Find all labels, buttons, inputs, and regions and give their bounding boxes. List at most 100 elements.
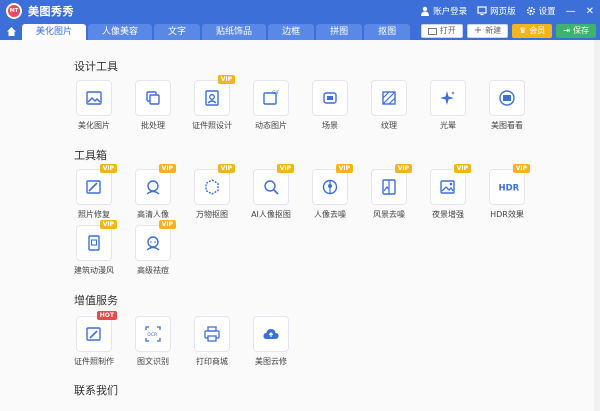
settings-label: 设置: [538, 7, 556, 17]
tool-label: 万物抠图: [196, 210, 228, 219]
tab-beautify[interactable]: 美化图片: [22, 24, 87, 40]
export-icon: ⇥: [563, 26, 570, 35]
vip-badge: VIP: [99, 164, 117, 173]
hot-badge: HOT: [96, 311, 117, 320]
close-button[interactable]: ✕: [586, 6, 594, 17]
save-label: 保存: [573, 26, 589, 35]
cutout-icon: [205, 179, 219, 195]
tool-beautify[interactable]: 美化图片: [64, 80, 124, 131]
vip-label: 会员: [529, 26, 546, 35]
tool-ai-cutout[interactable]: VIP AI人像抠图: [241, 164, 301, 220]
tool-label: 美图云修: [255, 357, 287, 366]
settings-button[interactable]: 设置: [526, 5, 556, 17]
tool-label: HDR效果: [490, 210, 524, 219]
tool-label: 建筑动漫风: [74, 266, 114, 275]
night-icon: [440, 180, 455, 194]
tab-portrait[interactable]: 人像美容: [88, 24, 153, 40]
tool-id-photo-make[interactable]: HOT 证件照制作: [64, 311, 124, 367]
gear-icon: [526, 6, 535, 16]
scrollbar[interactable]: [594, 40, 600, 411]
tool-label: 动态图片: [255, 121, 287, 130]
tool-sparkle[interactable]: 光晕: [418, 80, 478, 131]
image-icon: [86, 91, 102, 105]
tool-label: 纹理: [381, 121, 397, 130]
vip-badge: VIP: [99, 220, 117, 229]
tool-id-photo-design[interactable]: VIP 证件照设计: [182, 75, 242, 131]
app-title: 美图秀秀: [28, 5, 74, 18]
tool-label: 场景: [322, 121, 338, 130]
tool-label: 打印商城: [196, 357, 228, 366]
vip-badge: VIP: [217, 75, 235, 84]
tool-label: 人像去噪: [314, 210, 346, 219]
app-logo: MT: [6, 3, 22, 19]
tool-label: 批处理: [141, 121, 165, 130]
folder-icon: [427, 28, 437, 35]
tool-label: 风景去噪: [373, 210, 405, 219]
denoise-icon: [322, 179, 338, 195]
hd-portrait-icon: [146, 180, 160, 195]
landscape-icon: [382, 179, 396, 195]
building-icon: [88, 235, 100, 251]
ai-cutout-icon: [264, 180, 279, 195]
id-make-icon: [86, 327, 101, 341]
section-title-toolbox: 工具箱: [74, 149, 107, 162]
tab-text[interactable]: 文字: [154, 24, 201, 40]
tool-hd-portrait[interactable]: VIP 高清人像: [123, 164, 183, 220]
tool-ocr[interactable]: OCR 图文识别: [123, 316, 183, 367]
tool-label: 光晕: [440, 121, 456, 130]
svg-text:OCR: OCR: [147, 332, 158, 338]
viewer-icon: [499, 90, 515, 106]
home-tab[interactable]: [0, 22, 22, 40]
section-title-design: 设计工具: [74, 60, 118, 73]
vip-button[interactable]: ♛ 会员: [512, 24, 553, 38]
tool-label: 图文识别: [137, 357, 169, 366]
web-version-button[interactable]: 网页版: [477, 5, 516, 17]
tool-night-enhance[interactable]: VIP 夜景增强: [418, 164, 478, 220]
tab-bar: 美化图片 人像美容 文字 贴纸饰品 边框 拼图 抠图 打开 + 新建 ♛ 会员 …: [0, 22, 600, 40]
tool-photo-repair[interactable]: VIP 照片修复: [64, 164, 124, 220]
minimize-button[interactable]: —: [566, 6, 576, 17]
new-button[interactable]: + 新建: [466, 24, 509, 38]
vip-badge: VIP: [512, 164, 530, 173]
tool-portrait-denoise[interactable]: VIP 人像去噪: [300, 164, 360, 220]
vip-badge: VIP: [276, 164, 294, 173]
tab-cutout[interactable]: 抠图: [364, 24, 411, 40]
tool-landscape-denoise[interactable]: VIP 风景去噪: [359, 164, 419, 220]
tool-acne-removal[interactable]: VIP 高级祛痘: [123, 220, 183, 276]
tool-label: 高清人像: [137, 210, 169, 219]
tab-border[interactable]: 边框: [268, 24, 315, 40]
tool-universal-cutout[interactable]: VIP 万物抠图: [182, 164, 242, 220]
account-login-button[interactable]: 账户登录: [420, 5, 467, 17]
tool-gif[interactable]: GIF 动态图片: [241, 80, 301, 131]
tool-label: 证件照设计: [192, 121, 232, 130]
sparkle-icon: [440, 91, 455, 105]
new-label: 新建: [485, 26, 502, 35]
tool-viewer[interactable]: 美图看看: [477, 80, 537, 131]
section-title-services: 增值服务: [74, 294, 118, 307]
tool-scene[interactable]: 场景: [300, 80, 360, 131]
id-photo-icon: [205, 90, 219, 106]
tool-hdr[interactable]: VIP HDR HDR效果: [477, 164, 537, 220]
tool-label: 证件照制作: [74, 357, 114, 366]
user-icon: [421, 6, 430, 16]
vip-badge: VIP: [158, 220, 176, 229]
save-button[interactable]: ⇥ 保存: [556, 24, 596, 38]
tool-print-mall[interactable]: 打印商城: [182, 316, 242, 367]
account-login-label: 账户登录: [433, 7, 468, 17]
cloud-icon: [263, 329, 279, 339]
open-button[interactable]: 打开: [420, 24, 463, 38]
tool-batch[interactable]: 批处理: [123, 80, 183, 131]
tool-label: 夜景增强: [432, 210, 464, 219]
ocr-icon: OCR: [145, 326, 161, 342]
tool-building-anime[interactable]: VIP 建筑动漫风: [64, 220, 124, 276]
monitor-icon: [477, 6, 487, 16]
tool-label: 高级祛痘: [137, 266, 169, 275]
crown-icon: ♛: [519, 26, 527, 35]
tab-collage[interactable]: 拼图: [316, 24, 363, 40]
scene-icon: [323, 92, 337, 104]
tool-texture[interactable]: 纹理: [359, 80, 419, 131]
hdr-icon: HDR: [499, 184, 520, 194]
tool-cloud-retouch[interactable]: 美图云修: [241, 316, 301, 367]
svg-text:GIF: GIF: [272, 90, 280, 96]
tab-stickers[interactable]: 贴纸饰品: [202, 24, 267, 40]
